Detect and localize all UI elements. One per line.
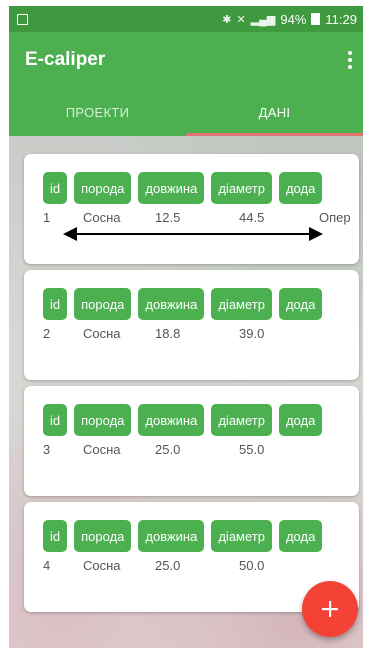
column-header-extra: дода (278, 288, 323, 320)
column-header-extra: дода (278, 520, 323, 552)
value-diameter: 55.0 (239, 442, 265, 457)
value-length: 12.5 (155, 210, 181, 225)
column-header-species: порода (74, 520, 132, 552)
more-options-icon[interactable] (343, 48, 357, 72)
column-header-extra: дода (278, 172, 323, 204)
column-header-length: довжина (138, 288, 205, 320)
record-card[interactable]: id порода довжина діаметр дода 1 Сосна 12.5 44.5… (24, 154, 359, 264)
value-id: 3 (43, 442, 51, 457)
value-length: 18.8 (155, 326, 181, 341)
value-diameter: 50.0 (239, 558, 265, 573)
data-list[interactable]: id порода довжина діаметр дода 1 Сосна 12.5 44.5… (9, 136, 363, 648)
column-headers: id порода довжина діаметр дода (43, 520, 323, 552)
mute-icon: ✕ (236, 13, 246, 26)
column-header-id: id (43, 404, 68, 436)
column-header-id: id (43, 520, 68, 552)
value-species: Сосна (83, 558, 121, 573)
column-headers: id порода довжина діаметр дода (43, 288, 323, 320)
value-species: Сосна (83, 326, 121, 341)
value-diameter: 44.5 (239, 210, 265, 225)
column-headers: id порода довжина діаметр дода (43, 404, 323, 436)
status-bar: ✱ ✕ ▂▄▆ 94% 11:29 (9, 6, 363, 32)
column-header-species: порода (74, 404, 132, 436)
phone-screen: ✱ ✕ ▂▄▆ 94% 11:29 E-caliper ПРОЕКТИ ДАНІ… (9, 6, 363, 648)
clock: 11:29 (325, 11, 357, 27)
battery-icon (311, 13, 321, 25)
value-length: 25.0 (155, 442, 181, 457)
column-header-length: довжина (138, 520, 205, 552)
status-icons: ✱ ✕ ▂▄▆ 94% 11:29 (222, 12, 357, 27)
column-header-diameter: діаметр (211, 404, 272, 436)
column-header-diameter: діаметр (211, 172, 272, 204)
column-header-diameter: діаметр (211, 520, 272, 552)
value-id: 4 (43, 558, 51, 573)
column-header-length: довжина (138, 172, 205, 204)
record-card[interactable]: id порода довжина діаметр дода 3 Сосна 25.0 55.0 (24, 386, 359, 496)
column-header-species: порода (74, 288, 132, 320)
column-header-species: порода (74, 172, 132, 204)
column-headers: id порода довжина діаметр дода (43, 172, 323, 204)
column-header-extra: дода (278, 404, 323, 436)
app-toolbar: E-caliper (9, 32, 363, 88)
value-extra: Опер (319, 210, 351, 225)
screenshot-notification-icon (17, 13, 28, 25)
column-header-length: довжина (138, 404, 205, 436)
battery-percent: 94% (280, 11, 307, 27)
bluetooth-icon: ✱ (222, 13, 232, 26)
signal-icon: ▂▄▆ (250, 13, 276, 26)
app-title: E-caliper (25, 49, 106, 70)
column-header-diameter: діаметр (211, 288, 272, 320)
tab-bar: ПРОЕКТИ ДАНІ (9, 88, 363, 136)
value-diameter: 39.0 (239, 326, 265, 341)
plus-icon (322, 601, 338, 617)
column-header-id: id (43, 288, 68, 320)
value-id: 1 (43, 210, 51, 225)
tab-projects[interactable]: ПРОЕКТИ (9, 88, 186, 136)
column-header-id: id (43, 172, 68, 204)
value-length: 25.0 (155, 558, 181, 573)
value-species: Сосна (83, 210, 121, 225)
value-id: 2 (43, 326, 51, 341)
tab-data[interactable]: ДАНІ (186, 88, 363, 136)
add-record-button[interactable] (302, 581, 358, 637)
record-card[interactable]: id порода довжина діаметр дода 2 Сосна 18.8 39.0 (24, 270, 359, 380)
value-species: Сосна (83, 442, 121, 457)
